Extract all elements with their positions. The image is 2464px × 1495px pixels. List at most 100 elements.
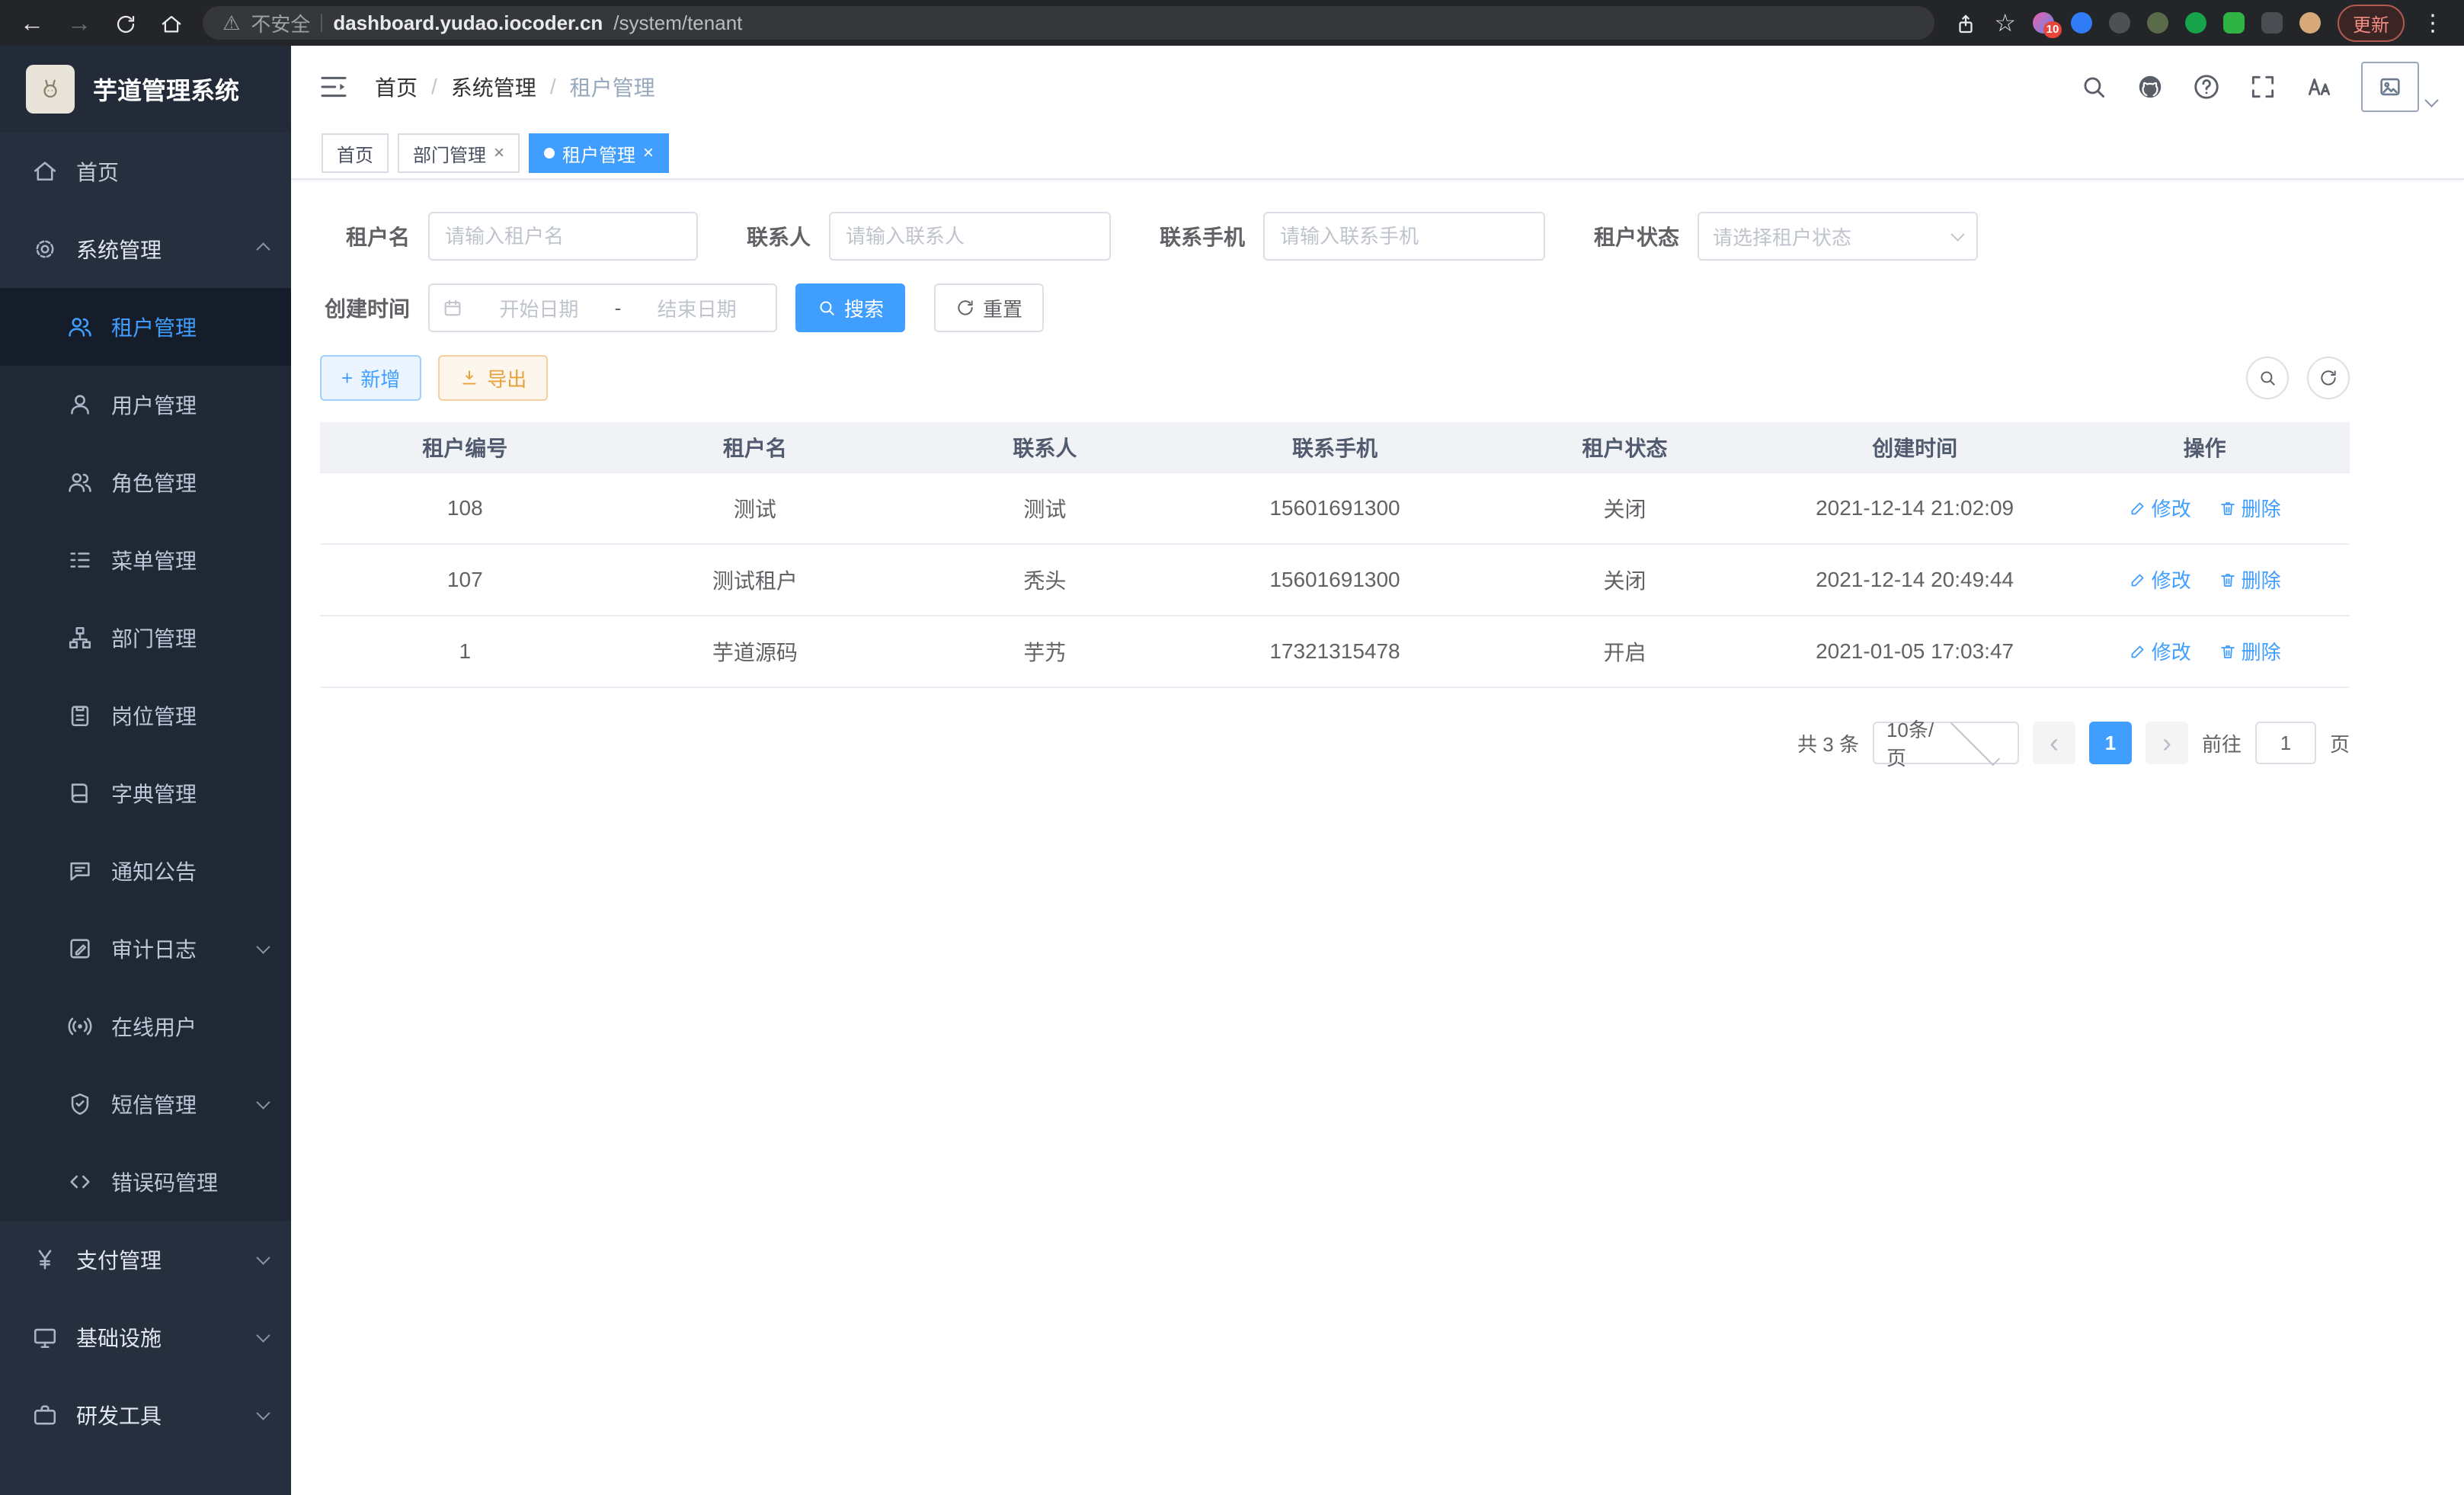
close-icon[interactable]: × [494, 142, 504, 164]
delete-link[interactable]: 删除 [2219, 565, 2281, 594]
extension-icon[interactable] [2109, 12, 2130, 34]
tenant-status-select[interactable]: 请选择租户状态 [1698, 212, 1978, 261]
next-page-button[interactable]: › [2146, 722, 2188, 764]
extension-icon[interactable] [2071, 12, 2092, 34]
breadcrumb: 首页 / 系统管理 / 租户管理 [375, 72, 655, 102]
fullscreen-icon[interactable] [2248, 72, 2277, 101]
contact-phone-input[interactable] [1263, 212, 1545, 261]
sidebar-item-user-management[interactable]: 用户管理 [0, 366, 291, 443]
delete-link[interactable]: 删除 [2219, 494, 2281, 522]
filter-row-1: 租户名 联系人 联系手机 租户状态 请选择租户状态 [320, 212, 2350, 261]
sidebar-item-infrastructure[interactable]: 基础设施 [0, 1298, 291, 1376]
active-dot [544, 148, 555, 158]
cell-tenant-name: 测试 [610, 472, 901, 544]
reset-button[interactable]: 重置 [934, 283, 1044, 332]
browser-profile-avatar[interactable] [2299, 12, 2321, 34]
sidebar-item-error-code-management[interactable]: 错误码管理 [0, 1143, 291, 1221]
sidebar-item-tenant-management[interactable]: 租户管理 [0, 288, 291, 366]
edit-label: 修改 [2152, 565, 2191, 594]
sidebar-item-online-users[interactable]: 在线用户 [0, 988, 291, 1065]
github-icon[interactable] [2136, 72, 2165, 101]
toolbox-icon [32, 1402, 58, 1428]
sidebar-collapse-icon[interactable] [318, 72, 349, 102]
date-separator: - [615, 296, 622, 320]
sidebar-item-dev-tools[interactable]: 研发工具 [0, 1376, 291, 1454]
sidebar-item-payment-management[interactable]: 支付管理 [0, 1221, 291, 1298]
sidebar-item-label: 支付管理 [76, 1244, 162, 1275]
sidebar-item-notice[interactable]: 通知公告 [0, 832, 291, 910]
toggle-search-button[interactable] [2246, 357, 2289, 399]
sidebar-menu: 首页 系统管理 租户管理 用户管理 角色管理 菜单管理 [0, 133, 291, 1495]
contact-label: 联系人 [747, 221, 811, 251]
user-avatar[interactable] [2361, 62, 2437, 112]
refresh-table-button[interactable] [2307, 357, 2350, 399]
edit-link[interactable]: 修改 [2129, 494, 2191, 522]
page-number-button[interactable]: 1 [2089, 722, 2132, 764]
close-icon[interactable]: × [643, 142, 654, 164]
back-icon[interactable]: ← [20, 11, 44, 35]
cell-contact: 芋艿 [900, 616, 1190, 687]
extension-icon[interactable] [2223, 12, 2245, 34]
sidebar-item-home[interactable]: 首页 [0, 133, 291, 210]
sidebar-item-label: 系统管理 [76, 234, 162, 264]
sidebar-item-label: 在线用户 [111, 1011, 197, 1042]
tab-home[interactable]: 首页 [322, 133, 389, 173]
refresh-icon[interactable] [114, 10, 137, 36]
prev-page-button[interactable]: ‹ [2033, 722, 2075, 764]
help-icon[interactable] [2192, 72, 2221, 101]
edit-link[interactable]: 修改 [2129, 565, 2191, 594]
goto-page-input[interactable] [2255, 722, 2316, 764]
tab-dept-management[interactable]: 部门管理 × [398, 133, 520, 173]
extension-icon[interactable] [2185, 12, 2206, 34]
breadcrumb-home[interactable]: 首页 [375, 72, 418, 102]
page-size-select[interactable]: 10条/页 [1873, 722, 2019, 764]
column-header: 联系人 [900, 422, 1190, 472]
share-icon[interactable] [1954, 10, 1977, 36]
browser-right-icons: ☆ 10 更新 ⋮ [1954, 5, 2444, 42]
tab-label: 部门管理 [413, 140, 486, 167]
sidebar-item-label: 基础设施 [76, 1322, 162, 1353]
puzzle-extensions-icon[interactable] [2261, 12, 2283, 34]
extension-icon[interactable]: 10 [2033, 12, 2054, 34]
sidebar-item-menu-management[interactable]: 菜单管理 [0, 521, 291, 599]
export-button[interactable]: 导出 [438, 355, 548, 401]
sidebar: 芋道管理系统 首页 系统管理 租户管理 用户管理 角色管理 [0, 46, 291, 1495]
browser-menu-icon[interactable]: ⋮ [2421, 10, 2444, 37]
calendar-icon [442, 297, 463, 319]
browser-home-icon[interactable] [160, 10, 183, 36]
sidebar-item-audit-log[interactable]: 审计日志 [0, 910, 291, 988]
tenant-name-input[interactable] [428, 212, 698, 261]
sidebar-item-dict-management[interactable]: 字典管理 [0, 754, 291, 832]
delete-label: 删除 [2242, 637, 2281, 665]
bookmark-star-icon[interactable]: ☆ [1994, 11, 2016, 35]
column-header: 租户状态 [1480, 422, 1770, 472]
sidebar-item-sms-management[interactable]: 短信管理 [0, 1065, 291, 1143]
font-size-icon[interactable] [2305, 72, 2334, 101]
add-button-label: 新增 [360, 364, 400, 392]
sidebar-item-dept-management[interactable]: 部门管理 [0, 599, 291, 677]
url-bar[interactable]: ⚠ 不安全 dashboard.yudao.iocoder.cn /system… [203, 6, 1934, 40]
forward-icon[interactable]: → [67, 11, 91, 35]
date-range-picker[interactable]: 开始日期 - 结束日期 [428, 283, 777, 332]
book-icon [67, 780, 93, 806]
edit-link[interactable]: 修改 [2129, 637, 2191, 665]
navbar-actions [2079, 62, 2437, 112]
search-icon[interactable] [2079, 72, 2108, 101]
sidebar-item-system-management[interactable]: 系统管理 [0, 210, 291, 288]
delete-label: 删除 [2242, 565, 2281, 594]
breadcrumb-system[interactable]: 系统管理 [451, 72, 536, 102]
extension-icon[interactable] [2147, 12, 2168, 34]
delete-link[interactable]: 删除 [2219, 637, 2281, 665]
add-button[interactable]: + 新增 [320, 355, 421, 401]
chevron-down-icon [2424, 93, 2438, 107]
cell-status: 开启 [1480, 616, 1770, 687]
contact-input[interactable] [829, 212, 1111, 261]
browser-update-button[interactable]: 更新 [2338, 5, 2405, 42]
security-warning-icon: ⚠ [222, 11, 240, 35]
cell-operations: 修改 删除 [2059, 472, 2350, 544]
cell-phone: 15601691300 [1190, 472, 1480, 544]
sidebar-item-role-management[interactable]: 角色管理 [0, 443, 291, 521]
sidebar-item-post-management[interactable]: 岗位管理 [0, 677, 291, 754]
search-button[interactable]: 搜索 [795, 283, 905, 332]
tab-tenant-management[interactable]: 租户管理 × [529, 133, 669, 173]
